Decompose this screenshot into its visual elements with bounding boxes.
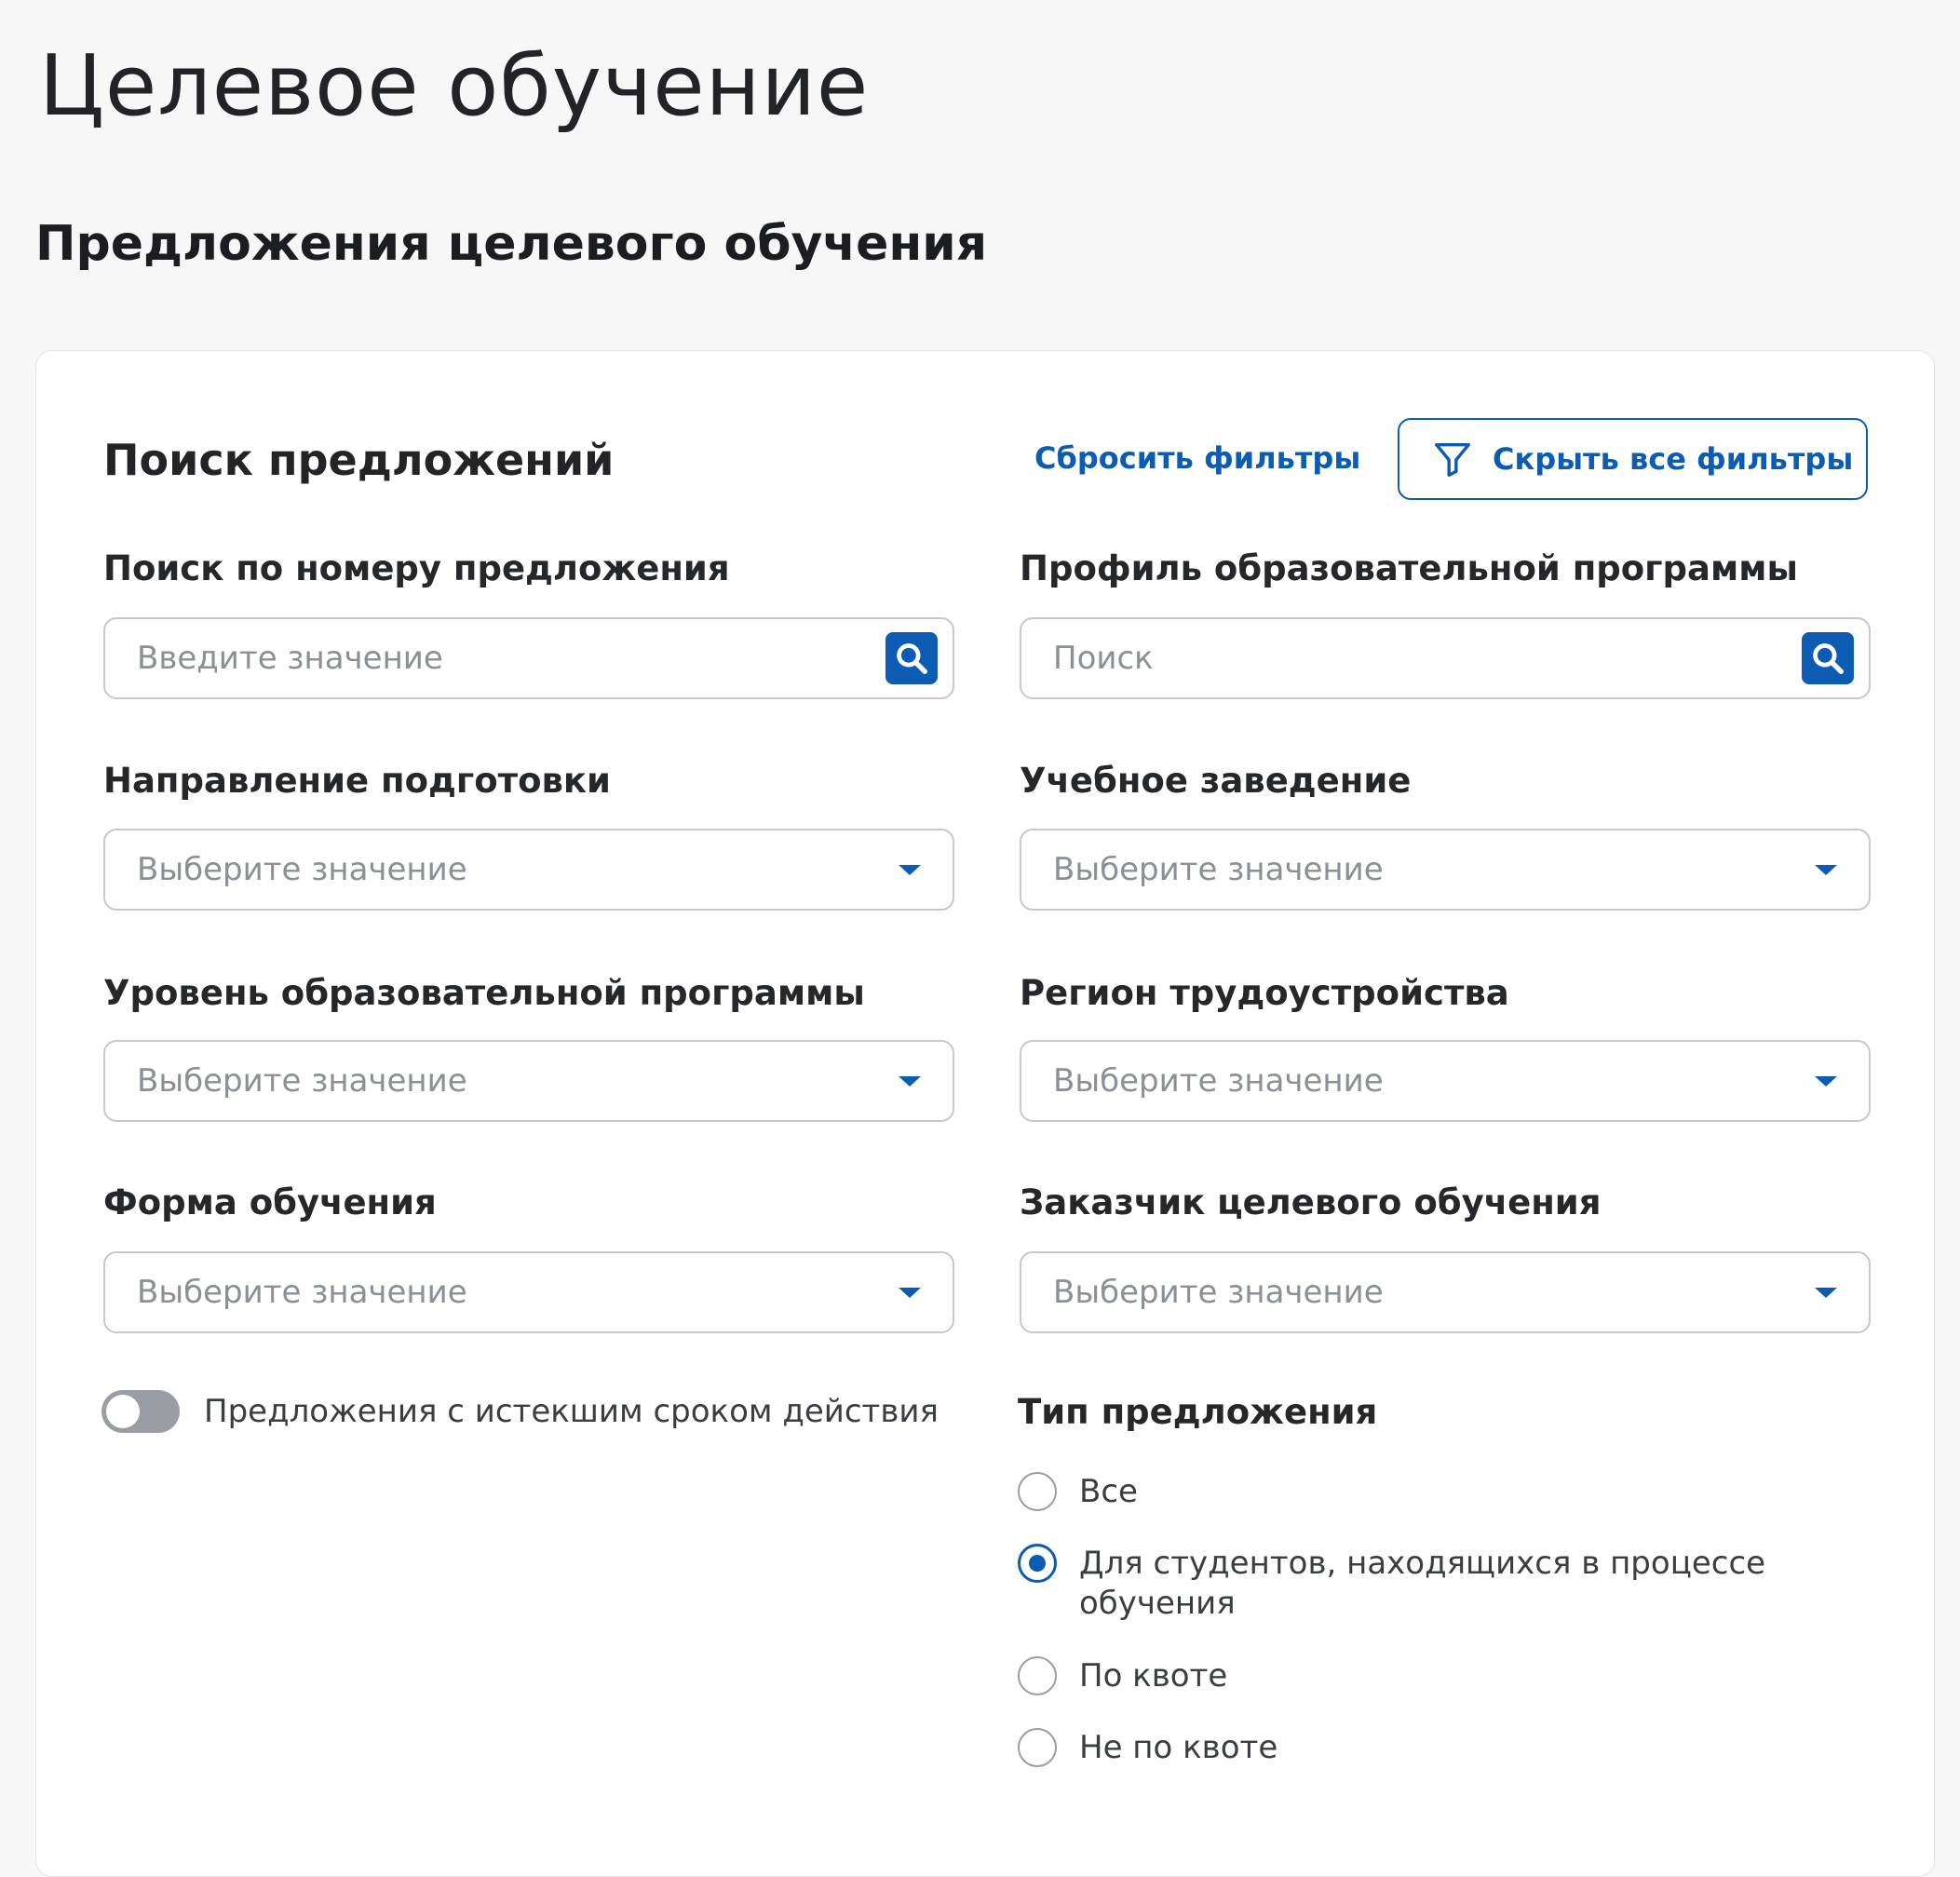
- program-profile-input[interactable]: Поиск: [1020, 617, 1871, 699]
- offer-type-option-all[interactable]: Все: [1018, 1472, 1787, 1512]
- training-direction-placeholder: Выберите значение: [137, 851, 467, 888]
- program-profile-label: Профиль образовательной программы: [1020, 548, 1798, 588]
- institution-placeholder: Выберите значение: [1053, 851, 1384, 888]
- reset-filters-link[interactable]: Сбросить фильтры: [1034, 440, 1360, 476]
- hide-filters-label: Скрыть все фильтры: [1493, 441, 1854, 477]
- chevron-down-icon: [1815, 864, 1837, 875]
- section-title: Предложения целевого обучения: [35, 216, 988, 272]
- radio-label: По квоте: [1079, 1657, 1228, 1695]
- institution-label: Учебное заведение: [1020, 761, 1412, 801]
- customer-placeholder: Выберите значение: [1053, 1274, 1384, 1311]
- offer-type-title: Тип предложения: [1018, 1392, 1378, 1432]
- expired-offers-row: Предложения с истекшим сроком действия: [101, 1390, 939, 1433]
- customer-select[interactable]: Выберите значение: [1020, 1251, 1871, 1333]
- employment-region-select[interactable]: Выберите значение: [1020, 1040, 1871, 1122]
- chevron-down-icon: [1815, 1287, 1837, 1298]
- offer-type-option-quota[interactable]: По квоте: [1018, 1656, 1787, 1696]
- search-card: Поиск предложений Сбросить фильтры Скрыт…: [35, 350, 1935, 1877]
- program-profile-placeholder: Поиск: [1053, 640, 1154, 677]
- offer-type-option-non-quota[interactable]: Не по квоте: [1018, 1728, 1787, 1768]
- offer-type-option-students[interactable]: Для студентов, находящихся в процессе об…: [1018, 1544, 1787, 1624]
- program-level-label: Уровень образовательной программы: [103, 973, 865, 1013]
- program-level-select[interactable]: Выберите значение: [103, 1040, 954, 1122]
- offer-number-label: Поиск по номеру предложения: [103, 548, 730, 588]
- search-card-title: Поиск предложений: [103, 435, 615, 485]
- offer-number-input[interactable]: Введите значение: [103, 617, 954, 699]
- chevron-down-icon: [899, 864, 921, 875]
- expired-offers-toggle[interactable]: [101, 1390, 180, 1433]
- toggle-knob: [106, 1395, 140, 1428]
- radio-button-checked[interactable]: [1018, 1544, 1057, 1583]
- radio-label: Все: [1079, 1473, 1138, 1510]
- radio-label: Не по квоте: [1079, 1729, 1278, 1766]
- chevron-down-icon: [1815, 1075, 1837, 1087]
- page-title: Целевое обучение: [39, 37, 870, 135]
- offer-number-search-button[interactable]: [885, 632, 938, 684]
- study-form-placeholder: Выберите значение: [137, 1274, 467, 1311]
- program-profile-search-button[interactable]: [1802, 632, 1854, 684]
- chevron-down-icon: [899, 1075, 921, 1087]
- offer-number-placeholder: Введите значение: [137, 640, 443, 677]
- radio-label: Для студентов, находящихся в процессе об…: [1079, 1545, 1766, 1622]
- employment-region-label: Регион трудоустройства: [1020, 973, 1509, 1013]
- program-level-placeholder: Выберите значение: [137, 1062, 467, 1100]
- radio-button[interactable]: [1018, 1728, 1057, 1767]
- filter-icon: [1435, 442, 1470, 477]
- radio-button[interactable]: [1018, 1656, 1057, 1695]
- expired-offers-label: Предложения с истекшим сроком действия: [204, 1393, 939, 1430]
- training-direction-label: Направление подготовки: [103, 761, 611, 801]
- training-direction-select[interactable]: Выберите значение: [103, 829, 954, 911]
- study-form-select[interactable]: Выберите значение: [103, 1251, 954, 1333]
- radio-button[interactable]: [1018, 1472, 1057, 1511]
- study-form-label: Форма обучения: [103, 1182, 437, 1222]
- search-icon: [897, 643, 927, 674]
- institution-select[interactable]: Выберите значение: [1020, 829, 1871, 911]
- employment-region-placeholder: Выберите значение: [1053, 1062, 1384, 1100]
- hide-filters-button[interactable]: Скрыть все фильтры: [1398, 418, 1868, 500]
- customer-label: Заказчик целевого обучения: [1020, 1182, 1602, 1222]
- chevron-down-icon: [899, 1287, 921, 1298]
- search-icon: [1813, 643, 1844, 674]
